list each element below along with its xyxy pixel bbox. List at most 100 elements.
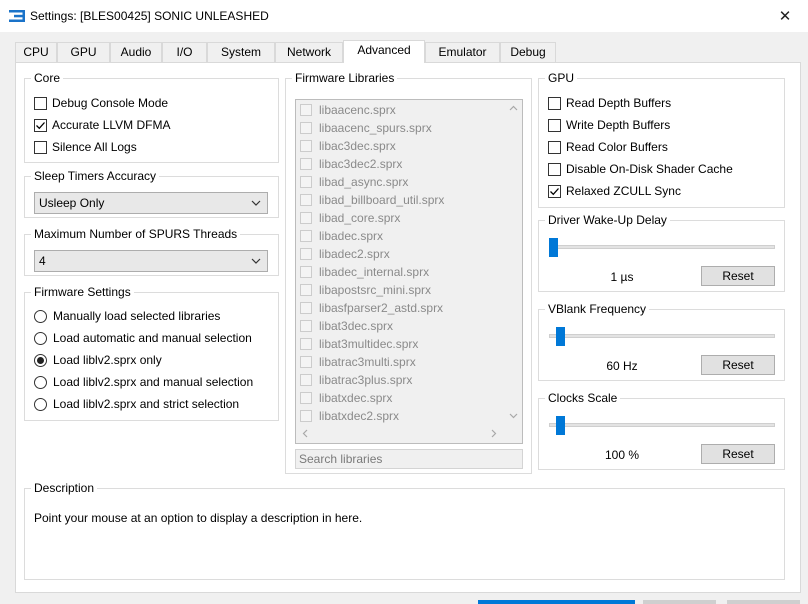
tab-audio[interactable]: Audio [110,42,162,62]
clocks-scale-value: 100 % [604,448,640,462]
app-logo-icon [9,10,25,22]
list-item[interactable]: libad_core.sprx [300,209,400,227]
checkbox-box [300,356,312,368]
tab-emulator[interactable]: Emulator [425,42,500,62]
tab-io[interactable]: I/O [162,42,207,62]
clocks-scale-slider-handle[interactable] [555,416,565,435]
close-button[interactable]: ✕ [762,0,808,32]
list-item[interactable]: libatxdec2.sprx [300,407,399,425]
checkbox-box [300,302,312,314]
read-color-buffers-checkbox[interactable]: Read Color Buffers [548,139,668,155]
checkbox-box [34,118,47,132]
silence-all-logs-checkbox[interactable]: Silence All Logs [34,139,137,155]
list-item[interactable]: libapostsrc_mini.sprx [300,281,431,299]
scroll-down-icon[interactable] [509,413,518,419]
list-item[interactable]: libac3dec.sprx [300,137,396,155]
tab-advanced[interactable]: Advanced [343,40,425,63]
checkbox-label: Accurate LLVM DFMA [52,118,171,132]
radio-load-liblv2-strict[interactable]: Load liblv2.sprx and strict selection [34,396,239,412]
tab-label: I/O [176,45,193,59]
list-item-label: libat3dec.sprx [319,319,394,333]
checkbox-box [34,96,47,110]
checkbox-box [548,140,561,154]
clocks-scale-group: Clocks Scale 100 % Reset [538,391,785,470]
read-depth-buffers-checkbox[interactable]: Read Depth Buffers [548,95,671,111]
radio-load-liblv2-manual[interactable]: Load liblv2.sprx and manual selection [34,374,253,390]
clocks-scale-reset-button[interactable]: Reset [701,444,775,464]
radio-label: Manually load selected libraries [53,309,221,323]
list-item[interactable]: libadec2.sprx [300,245,390,263]
write-depth-buffers-checkbox[interactable]: Write Depth Buffers [548,117,670,133]
list-item[interactable]: libaacenc_spurs.sprx [300,119,432,137]
list-item[interactable]: libac3dec2.sprx [300,155,402,173]
search-libraries-input[interactable]: Search libraries [295,449,523,469]
relaxed-zcull-sync-checkbox[interactable]: Relaxed ZCULL Sync [548,183,681,199]
search-placeholder: Search libraries [299,452,383,466]
spurs-threads-dropdown[interactable]: 4 [34,250,268,272]
radio-manually-load[interactable]: Manually load selected libraries [34,308,220,324]
list-item[interactable]: libad_async.sprx [300,173,408,191]
spurs-threads-group: Maximum Number of SPURS Threads 4 [24,227,279,276]
debug-console-mode-checkbox[interactable]: Debug Console Mode [34,95,168,111]
core-group-title: Core [31,71,64,85]
gpu-group: GPU Read Depth Buffers Write Depth Buffe… [538,71,785,208]
vblank-slider-handle[interactable] [555,327,565,346]
disable-shader-cache-checkbox[interactable]: Disable On-Disk Shader Cache [548,161,733,177]
firmware-libraries-list[interactable]: libaacenc.sprx libaacenc_spurs.sprx liba… [295,99,523,444]
scroll-left-icon[interactable] [302,429,308,438]
vblank-slider-track[interactable] [549,334,775,338]
list-item[interactable]: libadec_internal.sprx [300,263,429,281]
radio-label: Load liblv2.sprx and manual selection [53,375,254,389]
driver-wakeup-slider-handle[interactable] [549,238,558,257]
clocks-scale-slider-track[interactable] [549,423,775,427]
tab-gpu[interactable]: GPU [57,42,110,62]
list-item[interactable]: libad_billboard_util.sprx [300,191,444,209]
radio-load-automatic-manual[interactable]: Load automatic and manual selection [34,330,252,346]
button-label: Reset [722,447,754,461]
list-item[interactable]: libadec.sprx [300,227,383,245]
scroll-up-icon[interactable] [509,105,518,111]
list-item-label: libat3multidec.sprx [319,337,419,351]
checkbox-box [300,338,312,350]
window-title: Settings: [BLES00425] SONIC UNLEASHED [30,9,269,23]
save-button[interactable] [478,600,635,604]
sleep-timers-dropdown[interactable]: Usleep Only [34,192,268,214]
list-item-label: libad_core.sprx [319,211,401,225]
scroll-right-icon[interactable] [491,429,497,438]
tab-label: System [220,45,261,59]
checkbox-box [300,176,312,188]
radio-selected-dot [37,356,44,364]
checkbox-box [300,194,312,206]
checkbox-box [300,410,312,422]
driver-wakeup-reset-button[interactable]: Reset [701,266,775,286]
close-icon: ✕ [778,8,792,25]
tab-debug[interactable]: Debug [500,42,556,62]
list-item[interactable]: libat3dec.sprx [300,317,393,335]
list-item-label: libadec2.sprx [319,247,390,261]
list-item[interactable]: libaacenc.sprx [300,101,396,119]
apply-button[interactable] [727,600,800,604]
list-item-label: libad_billboard_util.sprx [319,193,445,207]
tab-network[interactable]: Network [275,42,343,62]
driver-wakeup-slider-track[interactable] [549,245,775,249]
chevron-down-icon [251,258,261,264]
tab-system[interactable]: System [207,42,275,62]
list-item[interactable]: libatxdec.sprx [300,389,392,407]
vblank-reset-button[interactable]: Reset [701,355,775,375]
advanced-tab-pane: Core Debug Console Mode Accurate LLVM DF… [15,62,801,593]
description-group: Description Point your mouse at an optio… [24,481,785,580]
tab-cpu[interactable]: CPU [15,42,57,62]
list-item[interactable]: libasfparser2_astd.sprx [300,299,443,317]
radio-label: Load liblv2.sprx and strict selection [53,397,240,411]
list-item[interactable]: libat3multidec.sprx [300,335,418,353]
list-item[interactable]: libatrac3plus.sprx [300,371,412,389]
title-bar: Settings: [BLES00425] SONIC UNLEASHED ✕ [0,0,808,32]
close-dialog-button[interactable] [643,600,716,604]
radio-load-liblv2-only[interactable]: Load liblv2.sprx only [34,352,162,368]
accurate-llvm-dfma-checkbox[interactable]: Accurate LLVM DFMA [34,117,170,133]
gpu-group-title: GPU [545,71,578,85]
list-item[interactable]: libatrac3multi.sprx [300,353,416,371]
firmware-settings-title: Firmware Settings [31,285,134,299]
tab-label: Network [286,45,331,59]
firmware-libraries-group: Firmware Libraries libaacenc.sprx libaac… [285,71,532,474]
